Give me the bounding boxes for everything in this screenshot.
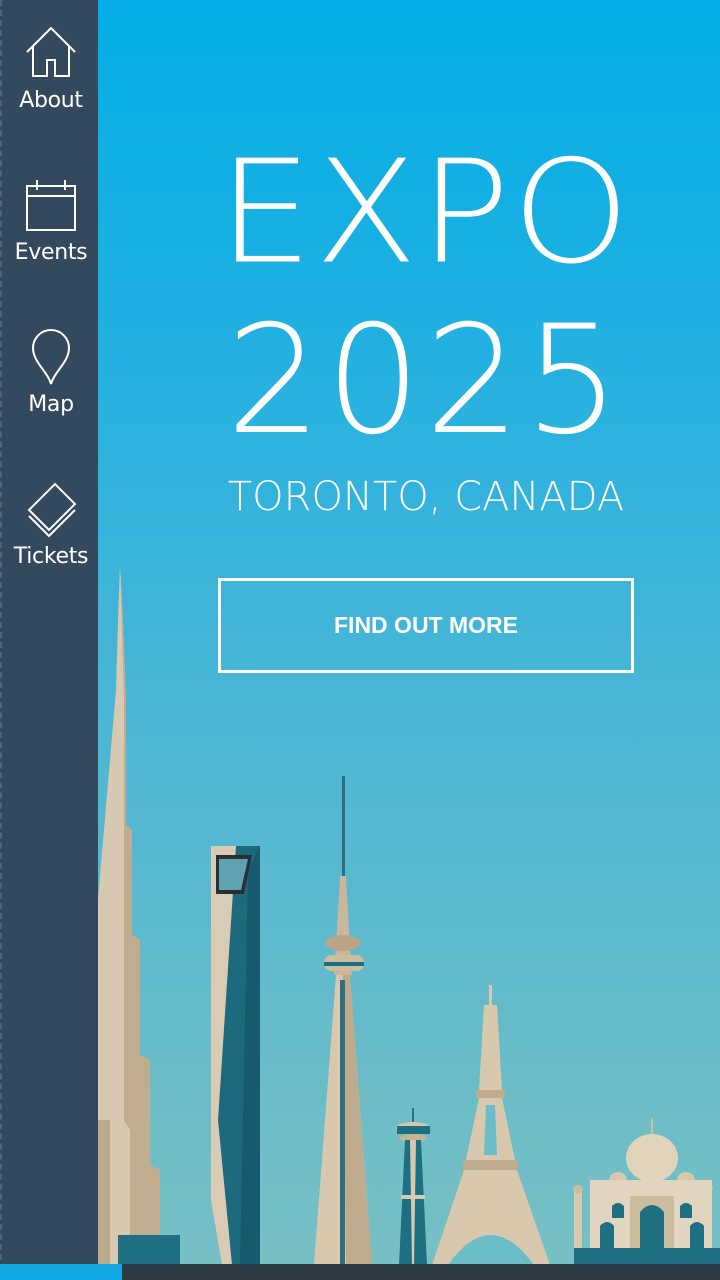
sidebar-item-events[interactable]: Events <box>2 158 100 298</box>
sidebar-nav: About Events Map Tickets <box>0 0 98 1280</box>
progress-bar-fill <box>0 1264 123 1280</box>
app-screen: About Events Map Tickets EXPO 2025 TORON… <box>0 0 720 1280</box>
sidebar-item-label: About <box>19 88 83 113</box>
find-out-more-button[interactable]: FIND OUT MORE <box>218 578 634 673</box>
sidebar-item-label: Events <box>14 240 88 265</box>
hero-title-line2: 2025 <box>226 294 624 468</box>
space-needle <box>396 1108 430 1265</box>
find-out-more-label: FIND OUT MORE <box>334 612 518 638</box>
taj-mahal <box>573 1118 720 1265</box>
sidebar-item-label: Tickets <box>13 544 89 569</box>
map-pin-icon <box>31 329 71 385</box>
calendar-icon <box>26 180 76 231</box>
bottom-progress-bar <box>0 1264 720 1280</box>
sidebar-item-map[interactable]: Map <box>2 310 100 450</box>
hero-location: TORONTO, CANADA <box>227 474 625 520</box>
sidebar-item-about[interactable]: About <box>2 6 100 146</box>
swfc-tower <box>211 846 260 1265</box>
eiffel-tower <box>432 985 550 1265</box>
hero-title-line1: EXPO <box>217 130 633 296</box>
burj-khalifa-building <box>98 565 180 1265</box>
home-icon <box>26 26 76 77</box>
sidebar-item-label: Map <box>28 392 74 417</box>
cn-tower <box>314 776 372 1265</box>
ticket-icon <box>27 482 77 538</box>
sidebar-item-tickets[interactable]: Tickets <box>2 462 100 602</box>
